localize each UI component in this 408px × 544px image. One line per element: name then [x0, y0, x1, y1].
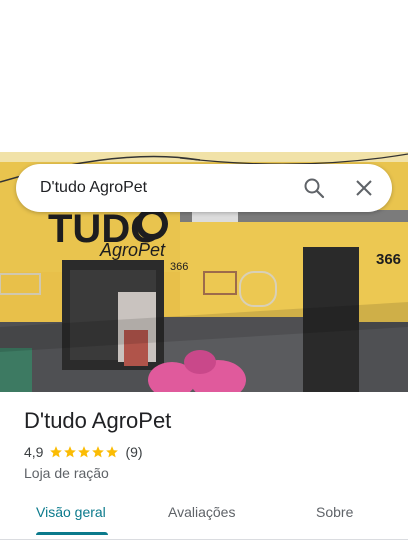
place-category: Loja de ração: [24, 465, 109, 481]
rating-row[interactable]: 4,9 (9): [24, 444, 143, 460]
star-rating: [49, 445, 119, 459]
sign-text-agropet: AgroPet: [99, 240, 166, 260]
star-icon: [50, 446, 63, 458]
search-input[interactable]: D'tudo AgroPet: [40, 179, 302, 197]
tab-about[interactable]: Sobre: [316, 504, 353, 520]
map-blank-area: [0, 0, 408, 152]
active-tab-indicator: [36, 532, 108, 535]
rating-value: 4,9: [24, 444, 44, 460]
search-icon[interactable]: [302, 176, 326, 200]
tab-overview[interactable]: Visão geral: [36, 504, 106, 520]
review-count[interactable]: (9): [125, 444, 142, 460]
star-icon: [64, 446, 77, 458]
search-bar[interactable]: D'tudo AgroPet: [16, 164, 392, 212]
close-icon[interactable]: [352, 176, 376, 200]
address-number-left: 366: [170, 261, 188, 273]
star-icon: [78, 446, 91, 458]
star-icon: [92, 446, 105, 458]
place-tabs: Visão geral Avaliações Sobre: [0, 496, 408, 536]
place-title: D'tudo AgroPet: [24, 408, 172, 433]
tab-reviews[interactable]: Avaliações: [168, 504, 235, 520]
divider: [0, 539, 408, 540]
address-number-right: 366: [376, 251, 401, 268]
star-icon: [106, 446, 119, 458]
